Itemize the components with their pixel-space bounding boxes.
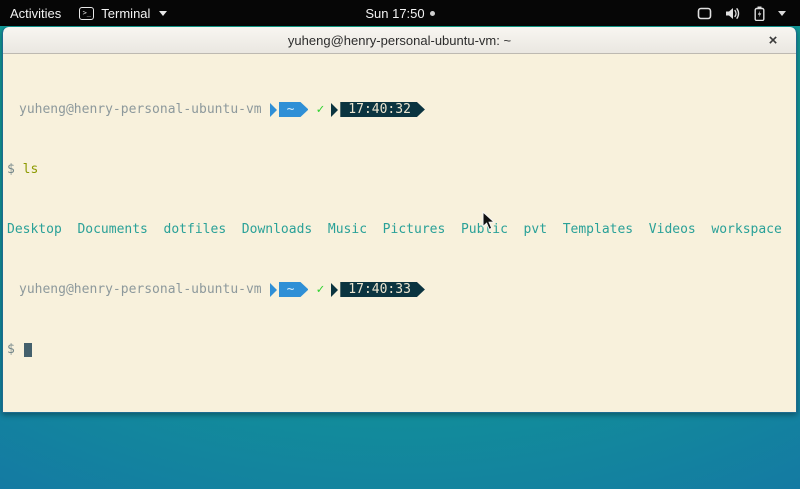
window-titlebar[interactable]: yuheng@henry-personal-ubuntu-vm: ~ × [3, 27, 796, 54]
desktop: { "top_bar": { "activities_label": "Acti… [0, 0, 800, 489]
command-line: $ ls [7, 162, 796, 177]
prompt-user: yuheng@henry-personal-ubuntu-vm [19, 102, 262, 117]
ls-output-line: Desktop Documents dotfiles Downloads Mus… [7, 222, 796, 237]
status-check-icon: ✓ [316, 102, 324, 117]
input-line[interactable]: $ [7, 342, 796, 357]
prompt-path-segment: ~ [279, 282, 309, 297]
screen-icon [697, 7, 712, 20]
top-bar: Activities >_ Terminal Sun 17:50 [0, 0, 800, 26]
battery-charging-icon [754, 6, 765, 21]
powerline-arrow-icon [331, 283, 338, 297]
chevron-down-icon [159, 11, 167, 16]
chevron-down-icon [778, 11, 786, 16]
app-menu-button[interactable]: >_ Terminal [71, 0, 175, 26]
prompt-symbol: $ [7, 162, 23, 177]
prompt-time-segment: 17:40:32 [340, 102, 425, 117]
command-text: ls [23, 162, 39, 177]
close-button[interactable]: × [762, 27, 784, 53]
activities-label: Activities [10, 6, 61, 21]
powerline-arrow-icon [270, 103, 277, 117]
window-title: yuheng@henry-personal-ubuntu-vm: ~ [288, 33, 511, 48]
terminal-window: yuheng@henry-personal-ubuntu-vm: ~ × yuh… [2, 27, 797, 413]
prompt-path-segment: ~ [279, 102, 309, 117]
terminal-content[interactable]: yuheng@henry-personal-ubuntu-vm ~ ✓ 17:4… [3, 54, 796, 412]
prompt-symbol: $ [7, 342, 23, 357]
prompt-time-segment: 17:40:33 [340, 282, 425, 297]
mouse-pointer-icon [481, 211, 495, 231]
terminal-cursor [24, 343, 32, 357]
terminal-app-icon: >_ [79, 7, 94, 20]
prompt-line: yuheng@henry-personal-ubuntu-vm ~ ✓ 17:4… [7, 102, 796, 117]
activities-button[interactable]: Activities [0, 0, 71, 26]
prompt-user: yuheng@henry-personal-ubuntu-vm [19, 282, 262, 297]
directory-list: Desktop Documents dotfiles Downloads Mus… [7, 222, 782, 237]
volume-icon [725, 7, 741, 20]
app-menu-label: Terminal [101, 6, 150, 21]
clock-label[interactable]: Sun 17:50 [365, 6, 424, 21]
powerline-arrow-icon [331, 103, 338, 117]
system-tray[interactable] [683, 0, 800, 26]
notification-dot-icon [430, 11, 435, 16]
powerline-arrow-icon [270, 283, 277, 297]
prompt-line: yuheng@henry-personal-ubuntu-vm ~ ✓ 17:4… [7, 282, 796, 297]
status-check-icon: ✓ [316, 282, 324, 297]
